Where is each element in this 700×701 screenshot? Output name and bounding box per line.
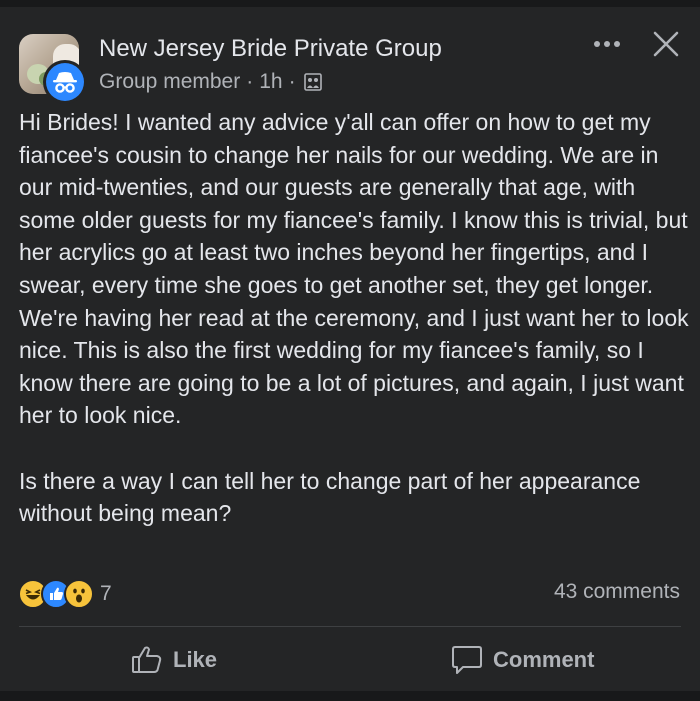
reaction-count: 7 (100, 582, 112, 605)
more-dots-icon (594, 41, 620, 47)
private-group-icon (303, 73, 322, 91)
group-name[interactable]: New Jersey Bride Private Group (99, 35, 442, 63)
comments-count[interactable]: 43 comments (554, 580, 680, 604)
more-options-button[interactable] (591, 34, 625, 54)
post-meta: Group member · 1h · (99, 70, 322, 94)
like-label: Like (173, 647, 218, 672)
like-button[interactable]: Like (131, 640, 217, 680)
comment-button[interactable]: Comment (451, 640, 594, 680)
post-time[interactable]: 1h (259, 70, 282, 94)
incognito-icon (53, 72, 77, 93)
bottom-edge (0, 691, 700, 701)
wow-icon (64, 579, 94, 609)
post-paragraph: Is there a way I can tell her to change … (19, 467, 641, 527)
top-edge (0, 0, 700, 7)
close-icon (653, 31, 679, 57)
actions-divider (19, 626, 681, 627)
author-role: Group member (99, 70, 241, 93)
comment-bubble-icon (452, 646, 482, 674)
post-body: Hi Brides! I wanted any advice y'all can… (19, 106, 689, 530)
post-paragraph: Hi Brides! I wanted any advice y'all can… (19, 109, 689, 429)
meta-separator: · (246, 70, 254, 93)
comment-label: Comment (493, 647, 595, 672)
meta-separator: · (288, 70, 296, 93)
anonymous-member-avatar[interactable] (43, 60, 87, 104)
anonymous-member-badge (46, 63, 84, 101)
thumbs-up-icon (132, 646, 162, 673)
reactions-summary[interactable]: 7 (18, 579, 112, 609)
hide-post-button[interactable] (650, 28, 682, 60)
